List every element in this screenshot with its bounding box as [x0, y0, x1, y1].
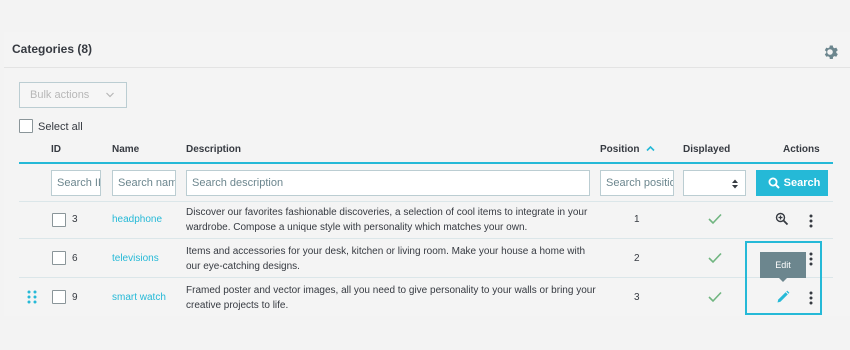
- row-divider: [19, 277, 833, 278]
- column-header-name[interactable]: Name: [112, 144, 139, 155]
- row-id: 3: [72, 214, 78, 225]
- search-button-label: Search: [783, 177, 821, 189]
- column-header-displayed[interactable]: Displayed: [683, 144, 730, 155]
- row-checkbox[interactable]: [52, 290, 66, 304]
- row-id: 6: [72, 253, 78, 264]
- row-name-link[interactable]: smart watch: [112, 292, 166, 303]
- bulk-actions-label: Bulk actions: [30, 89, 90, 101]
- filter-position-input[interactable]: [600, 170, 674, 196]
- row-divider: [19, 201, 833, 202]
- row-checkbox[interactable]: [52, 213, 66, 227]
- row-position: 3: [634, 292, 640, 303]
- zoom-in-icon[interactable]: [775, 212, 789, 226]
- filter-description-input[interactable]: [186, 170, 590, 196]
- row-description: Items and accessories for your desk, kit…: [186, 246, 586, 272]
- row-checkbox[interactable]: [52, 251, 66, 265]
- gear-icon[interactable]: [822, 44, 838, 60]
- column-header-position[interactable]: Position: [600, 144, 639, 155]
- table-header-divider: [19, 162, 833, 164]
- filter-name-input[interactable]: [112, 170, 176, 196]
- search-icon: [768, 177, 780, 189]
- drag-handle-icon[interactable]: [27, 290, 37, 304]
- select-arrows-icon: [732, 179, 738, 189]
- more-options-icon[interactable]: [809, 214, 813, 228]
- bulk-actions-button[interactable]: Bulk actions: [19, 82, 127, 108]
- row-position: 2: [634, 253, 640, 264]
- row-description: Framed poster and vector images, all you…: [186, 285, 596, 311]
- row-id: 9: [72, 292, 78, 303]
- check-icon[interactable]: [708, 213, 722, 225]
- panel-title: Categories (8): [12, 42, 93, 56]
- filter-displayed-select[interactable]: [683, 170, 746, 196]
- row-name-link[interactable]: televisions: [112, 253, 159, 264]
- column-header-id[interactable]: ID: [51, 144, 61, 155]
- check-icon[interactable]: [708, 291, 722, 303]
- actions-highlight-frame: [745, 241, 822, 315]
- chevron-down-icon: [106, 92, 114, 98]
- row-name-link[interactable]: headphone: [112, 214, 162, 225]
- sort-ascending-icon[interactable]: [646, 145, 655, 152]
- select-all-label: Select all: [38, 121, 83, 133]
- column-header-actions: Actions: [783, 144, 820, 155]
- row-description: Discover our favorites fashionable disco…: [186, 207, 588, 233]
- column-header-description[interactable]: Description: [186, 144, 241, 155]
- select-all-checkbox[interactable]: [19, 119, 33, 133]
- row-position: 1: [634, 214, 640, 225]
- check-icon[interactable]: [708, 252, 722, 264]
- row-divider: [19, 238, 833, 239]
- search-button[interactable]: Search: [756, 170, 828, 196]
- filter-id-input[interactable]: [51, 170, 101, 196]
- panel-header: Categories (8): [4, 32, 850, 68]
